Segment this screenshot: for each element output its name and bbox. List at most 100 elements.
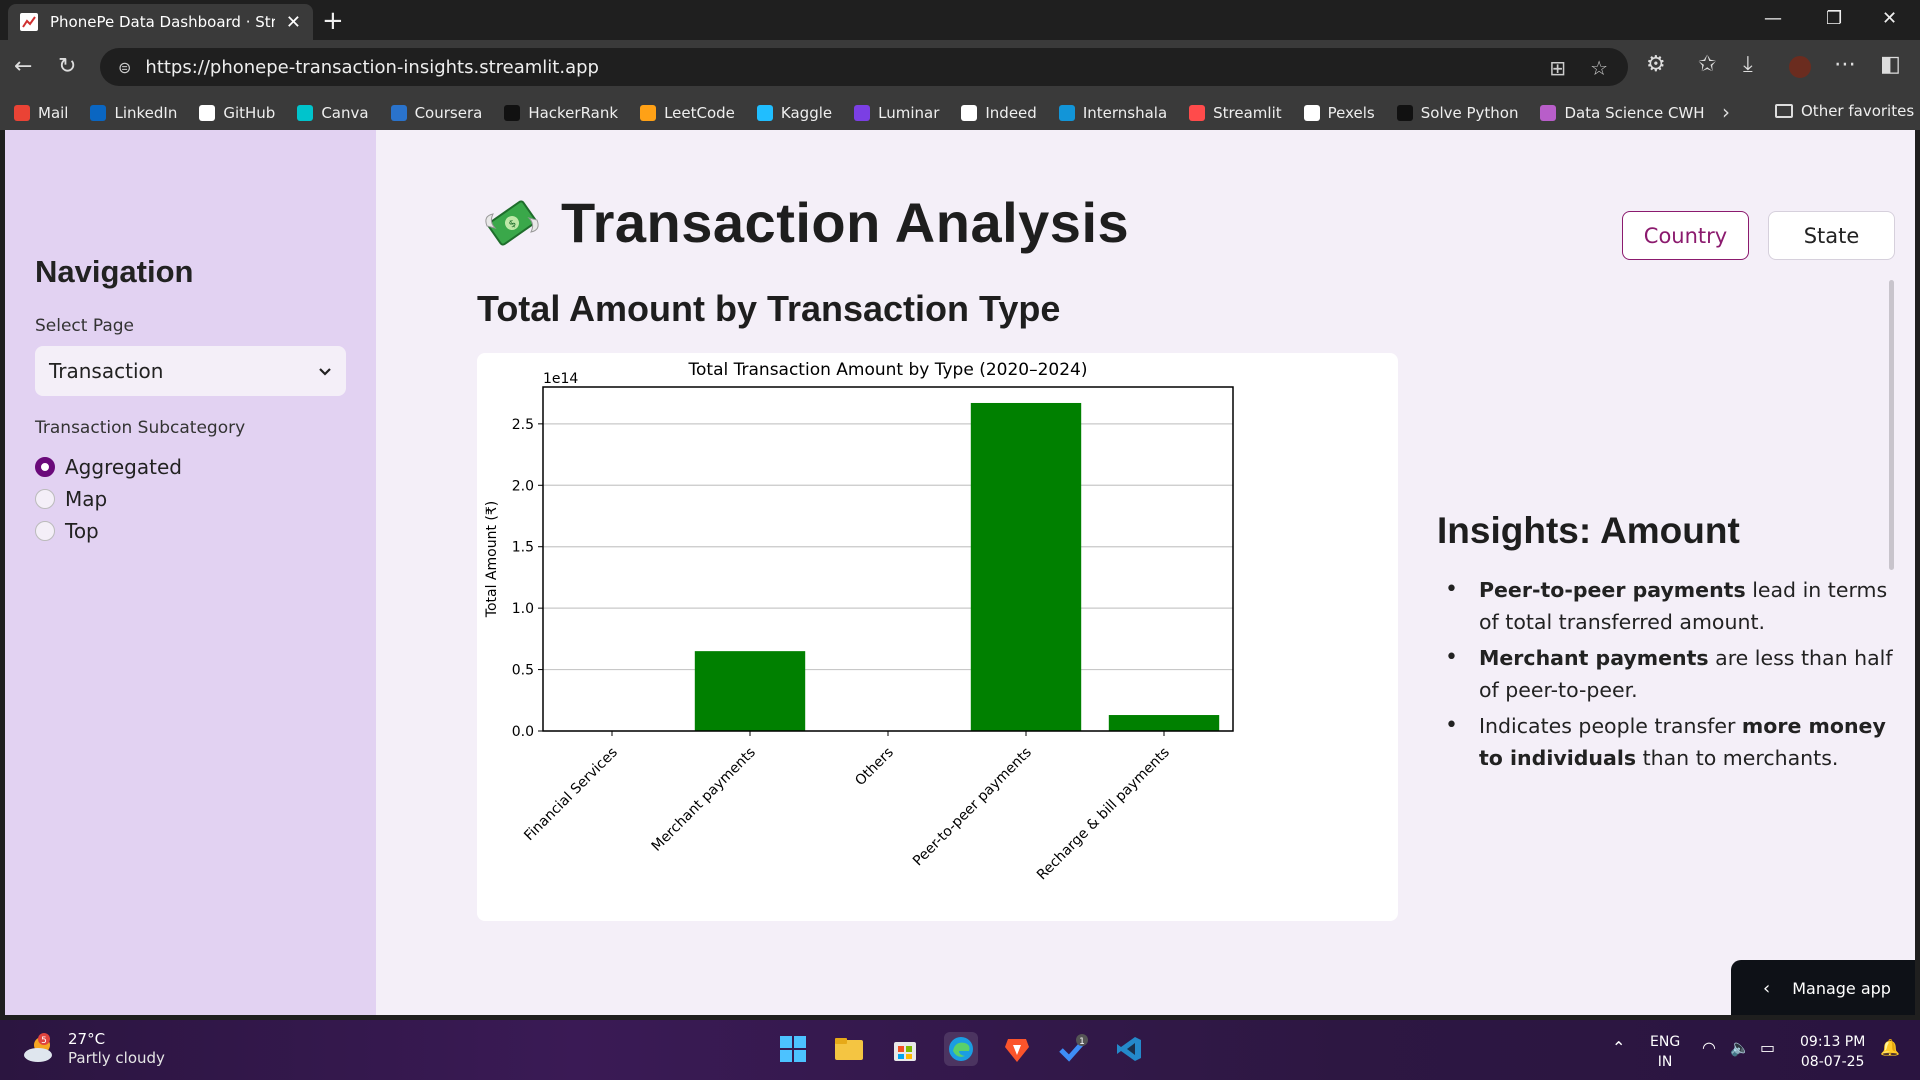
notifications-icon[interactable]: 🔔 (1880, 1038, 1900, 1057)
url-field[interactable]: ⊜ https://phonepe-transaction-insights.s… (100, 48, 1628, 86)
restore-icon[interactable]: ❐ (1826, 8, 1842, 29)
page-select-value: Transaction (49, 359, 164, 383)
bookmark-label: GitHub (223, 104, 276, 122)
refresh-icon[interactable]: ↻ (58, 54, 76, 79)
tab-title: PhonePe Data Dashboard · Streamlit (50, 13, 275, 31)
bookmarks-bar: Mail LinkedIn GitHub Canva Coursera HackerRan… (0, 96, 1920, 130)
vscode-icon[interactable] (1112, 1032, 1146, 1066)
radio-selected-icon (35, 457, 55, 477)
language-indicator[interactable]: ENG IN (1650, 1032, 1680, 1072)
folder-icon (1775, 104, 1793, 118)
bookmark-luminar[interactable]: Luminar (854, 104, 939, 122)
radio-unselected-icon (35, 521, 55, 541)
battery-icon[interactable]: ▭ (1760, 1038, 1775, 1057)
radio-unselected-icon (35, 489, 55, 509)
bar-chart: Total Transaction Amount by Type (2020–2… (484, 360, 1234, 883)
favorite-star-icon[interactable]: ☆ (1590, 56, 1608, 80)
bookmark-label: Coursera (414, 104, 483, 122)
cwh-icon (1540, 105, 1557, 121)
page-select[interactable]: Transaction (35, 346, 346, 396)
ms-store-icon[interactable] (888, 1032, 922, 1066)
sidebar-title: Navigation (35, 254, 194, 289)
volume-icon[interactable]: 🔈 (1730, 1038, 1750, 1057)
bookmark-data-science-cwh[interactable]: Data Science CWH (1540, 104, 1705, 122)
brave-browser-icon[interactable] (1000, 1032, 1034, 1066)
page-title-text: Transaction Analysis (561, 191, 1130, 254)
weather-widget[interactable]: 5 27°C Partly cloudy (22, 1030, 165, 1068)
bookmark-indeed[interactable]: Indeed (961, 104, 1037, 122)
radio-map[interactable]: Map (35, 487, 107, 511)
other-favorites[interactable]: Other favorites (1775, 102, 1914, 120)
browser-tab[interactable]: PhonePe Data Dashboard · Streamlit ✕ (8, 4, 313, 40)
streamlit-icon (1189, 105, 1206, 121)
app-available-icon[interactable]: ⊞ (1549, 56, 1566, 80)
bookmark-solve-python[interactable]: Solve Python (1396, 104, 1519, 122)
scrollbar[interactable] (1889, 280, 1894, 570)
luminar-icon (854, 105, 871, 121)
list-item: Peer-to-peer payments lead in terms of t… (1443, 574, 1903, 638)
profile-avatar[interactable] (1787, 54, 1813, 80)
radio-label: Aggregated (65, 455, 182, 479)
close-window-icon[interactable]: ✕ (1882, 8, 1897, 29)
country-button[interactable]: Country (1622, 211, 1749, 260)
y-tick-label: 2.0 (512, 478, 534, 494)
bookmark-linkedin[interactable]: LinkedIn (90, 104, 177, 122)
bookmark-canva[interactable]: Canva (297, 104, 369, 122)
insights-heading: Insights: Amount (1437, 510, 1740, 551)
bookmark-github[interactable]: GitHub (199, 104, 275, 122)
favorites-icon[interactable]: ✩ (1698, 52, 1716, 77)
close-tab-icon[interactable]: ✕ (286, 12, 301, 33)
hackerrank-icon (1396, 105, 1413, 121)
section-heading: Total Amount by Transaction Type (477, 288, 1061, 329)
new-tab-icon[interactable]: + (322, 6, 344, 36)
site-info-icon[interactable]: ⊜ (118, 58, 131, 77)
linkedin-icon (90, 105, 107, 121)
y-scale-label: 1e14 (543, 371, 578, 387)
money-with-wings-icon: $ (483, 196, 541, 250)
indeed-icon (961, 105, 978, 121)
kaggle-icon (756, 105, 773, 121)
bookmark-hackerrank[interactable]: HackerRank (504, 104, 618, 122)
bookmark-internshala[interactable]: Internshala (1058, 104, 1167, 122)
wifi-icon[interactable]: ◠ (1702, 1038, 1716, 1057)
sidebar-toggle-icon[interactable]: ◧ (1880, 52, 1901, 77)
y-tick-label: 1.5 (512, 540, 534, 556)
bookmark-kaggle[interactable]: Kaggle (756, 104, 832, 122)
list-item: Indicates people transfer more money to … (1443, 710, 1903, 774)
bookmark-pexels[interactable]: Pexels (1303, 104, 1375, 122)
chevron-down-icon (318, 361, 332, 382)
clock[interactable]: 09:13 PM 08-07-25 (1800, 1032, 1865, 1072)
y-tick-label: 0.0 (512, 724, 534, 740)
bookmark-label: Solve Python (1420, 104, 1519, 122)
bookmark-leetcode[interactable]: LeetCode (640, 104, 735, 122)
taskbar-apps: 1 (776, 1032, 1146, 1066)
downloads-icon[interactable]: ⤓ (1743, 52, 1753, 77)
radio-aggregated[interactable]: Aggregated (35, 455, 182, 479)
radio-top[interactable]: Top (35, 519, 99, 543)
page-title: $ Transaction Analysis (483, 190, 1129, 255)
start-windows-icon[interactable] (776, 1032, 810, 1066)
plot-frame (542, 386, 1234, 732)
file-explorer-icon[interactable] (832, 1032, 866, 1066)
chevron-right-icon[interactable]: › (1722, 100, 1730, 124)
bookmark-label: Streamlit (1213, 104, 1282, 122)
bookmark-streamlit[interactable]: Streamlit (1189, 104, 1282, 122)
extensions-icon[interactable]: ⚙ (1646, 52, 1666, 77)
lang-code: ENG (1650, 1034, 1681, 1050)
back-icon[interactable]: ← (14, 54, 32, 79)
manage-app-button[interactable]: ‹ Manage app (1731, 960, 1915, 1015)
y-axis-label: Total Amount (₹) (484, 501, 500, 618)
bookmark-mail[interactable]: Mail (14, 104, 68, 122)
state-button[interactable]: State (1768, 211, 1895, 260)
weather-desc: Partly cloudy (68, 1049, 165, 1067)
select-page-label: Select Page (35, 316, 135, 336)
canva-icon (297, 105, 314, 121)
minimize-icon[interactable]: — (1764, 8, 1782, 29)
chevron-up-icon[interactable]: ⌃ (1612, 1038, 1625, 1057)
bookmark-coursera[interactable]: Coursera (390, 104, 483, 122)
github-icon (199, 105, 216, 121)
chart-title: Total Transaction Amount by Type (2020–2… (688, 360, 1088, 380)
edge-browser-icon[interactable] (944, 1032, 978, 1066)
todo-app-icon[interactable]: 1 (1056, 1032, 1090, 1066)
more-menu-icon[interactable]: ⋯ (1834, 52, 1856, 77)
